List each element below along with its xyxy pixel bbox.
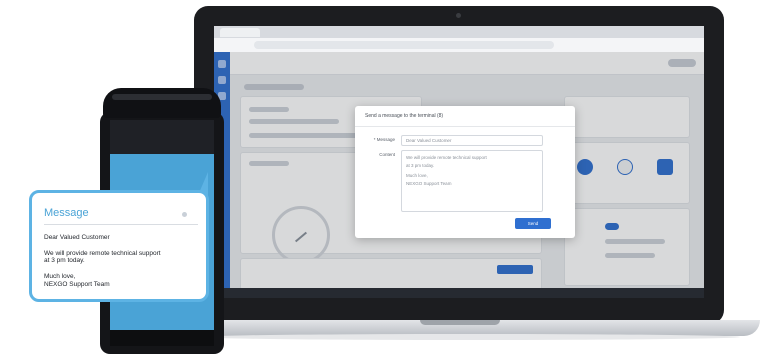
message-label: * Message [373, 137, 395, 142]
content-label: Content [379, 152, 395, 157]
content-line: Much love, [406, 173, 428, 178]
message-popup: Message Dear Valued Customer We will pro… [29, 190, 209, 302]
pos-status-area [110, 120, 214, 154]
content-textarea[interactable]: We will provide remote technical support… [401, 150, 543, 212]
send-button[interactable]: Send [515, 218, 551, 229]
content-line: at 3 pm today. [406, 163, 435, 168]
message-input[interactable]: Dear Valued Customer [401, 135, 543, 146]
content-line: We will provide remote technical support [406, 155, 487, 160]
laptop-lid: Send a message to the terminal (8) * Mes… [194, 6, 724, 324]
message-title: Message [44, 207, 89, 219]
dialog-title: Send a message to the terminal (8) [365, 113, 444, 119]
content-line: NEXGO Support Team [406, 181, 452, 186]
pos-printer-head [103, 88, 221, 118]
message-body-line: at 3 pm today. [44, 257, 85, 264]
browser-tab[interactable] [220, 28, 260, 37]
laptop-notch [420, 320, 500, 325]
message-input-value: Dear Valued Customer [406, 138, 452, 143]
address-bar [214, 38, 704, 53]
close-icon[interactable] [182, 212, 187, 217]
message-greeting: Dear Valued Customer [44, 234, 110, 241]
pos-paper-slot [112, 94, 212, 100]
browser-tab-bar [214, 26, 704, 38]
taskbar [214, 288, 704, 298]
laptop-shadow [200, 334, 740, 340]
send-message-dialog: Send a message to the terminal (8) * Mes… [355, 106, 575, 238]
message-signature: NEXGO Support Team [44, 281, 110, 288]
laptop-screen: Send a message to the terminal (8) * Mes… [214, 26, 704, 298]
dialog-divider [355, 126, 575, 127]
url-field[interactable] [254, 41, 554, 49]
message-signoff: Much love, [44, 273, 76, 280]
camera-icon [456, 13, 461, 18]
message-divider [44, 224, 198, 225]
pos-bottom-bezel [110, 330, 214, 346]
